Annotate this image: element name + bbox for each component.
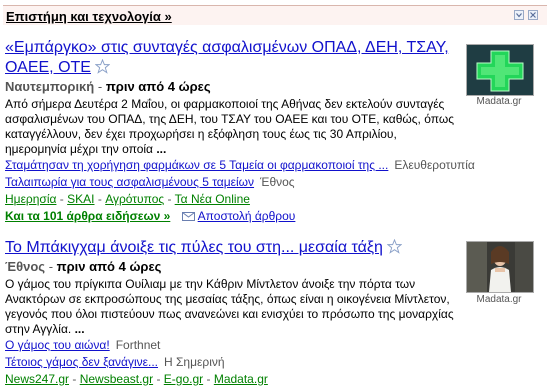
chevron-down-icon (516, 13, 522, 18)
email-article-link[interactable]: Αποστολή άρθρου (181, 209, 296, 223)
story-meta: Ναυτεμπορική - πριν από 4 ώρες (5, 79, 460, 95)
section-title[interactable]: Επιστήμη και τεχνολογία » (6, 9, 172, 24)
mail-icon (181, 212, 195, 221)
related-article: Σταμάτησαν τη χορήγηση φαρμάκων σε 5 Ταμ… (5, 157, 475, 174)
related-article-link[interactable]: Ο γάμος του αιώνα! (5, 338, 110, 352)
source-link[interactable]: Αγρότυπος (105, 192, 164, 206)
thumbnail-caption: Madata.gr (476, 96, 522, 107)
close-section-button[interactable] (528, 10, 538, 20)
story-source: Ναυτεμπορική (5, 79, 95, 94)
related-article-link[interactable]: Ταλαιπωρία για τους ασφαλισμένους 5 ταμε… (5, 175, 254, 189)
related-article-source: Ελευθεροτυπία (394, 158, 475, 172)
story-snippet: Από σήμερα Δευτέρα 2 Μαΐου, οι φαρμακοπο… (5, 97, 460, 157)
meta-separator: - (97, 79, 103, 94)
section-header: Επιστήμη και τεχνολογία » (3, 5, 547, 25)
story-title[interactable]: Το Μπάκιγχαμ άνοιξε τις πύλες του στη...… (5, 239, 383, 256)
more-sources: News247.gr - Newsbeast.gr - E-go.gr - Ma… (5, 372, 268, 386)
news-story: Το Μπάκιγχαμ άνοιξε τις πύλες του στη...… (5, 238, 460, 388)
story-title[interactable]: «Εμπάργκο» στις συνταγές ασφαλισμένων ΟΠ… (5, 39, 449, 76)
related-article: Ο γάμος του αιώνα! Forthnet (5, 337, 460, 354)
related-article-link[interactable]: Τέτοιος γάμος δεν ξανάγινε... (5, 355, 158, 369)
more-sources: Ημερησία - SKAI - Αγρότυπος - Τα Νέα Onl… (5, 192, 250, 206)
source-link[interactable]: E-go.gr (164, 372, 203, 386)
related-article: Τέτοιος γάμος δεν ξανάγινε... Η Σημερινή (5, 354, 460, 371)
source-link[interactable]: Madata.gr (214, 372, 268, 386)
close-icon (530, 12, 536, 18)
story-actions: Και τα 101 άρθρα ειδήσεων » Αποστολή άρθ… (5, 208, 460, 225)
star-icon[interactable] (94, 59, 110, 74)
all-articles-link[interactable]: Και τα 101 άρθρα ειδήσεων » (5, 209, 170, 223)
story-source: Έθνος (5, 259, 46, 274)
story-thumbnail[interactable] (466, 241, 534, 293)
email-article-label: Αποστολή άρθρου (197, 209, 296, 223)
related-article-link[interactable]: Σταμάτησαν τη χορήγηση φαρμάκων σε 5 Ταμ… (5, 158, 388, 172)
snippet-text: Ο γάμος του πρίγκιπα Ουίλιαμ με την Κάθρ… (5, 277, 454, 336)
story-snippet: Ο γάμος του πρίγκιπα Ουίλιαμ με την Κάθρ… (5, 277, 460, 337)
star-icon[interactable] (386, 239, 402, 254)
story-thumbnail[interactable] (466, 44, 534, 96)
related-article-source: Έθνος (260, 175, 295, 189)
source-link[interactable]: Τα Νέα Online (175, 192, 250, 206)
meta-separator: - (48, 259, 54, 274)
related-article-source: Η Σημερινή (164, 355, 225, 369)
related-article: Ταλαιπωρία για τους ασφαλισμένους 5 ταμε… (5, 174, 460, 191)
snippet-more: ... (156, 142, 167, 156)
snippet-more: ... (74, 322, 85, 336)
pharmacy-cross-image (467, 45, 533, 95)
source-link[interactable]: SKAI (67, 192, 94, 206)
source-link[interactable]: News247.gr (5, 372, 69, 386)
source-link[interactable]: Newsbeast.gr (80, 372, 153, 386)
story-meta: Έθνος - πριν από 4 ώρες (5, 259, 460, 275)
thumbnail-caption: Madata.gr (476, 294, 522, 305)
source-link[interactable]: Ημερησία (5, 192, 56, 206)
story-age: πριν από 4 ώρες (105, 79, 211, 94)
related-article-source: Forthnet (115, 338, 161, 352)
collapse-section-button[interactable] (514, 10, 524, 20)
story-age: πριν από 4 ώρες (56, 259, 162, 274)
wedding-photo-image (467, 242, 533, 292)
snippet-text: Από σήμερα Δευτέρα 2 Μαΐου, οι φαρμακοπο… (5, 97, 454, 156)
news-story: «Εμπάργκο» στις συνταγές ασφαλισμένων ΟΠ… (5, 38, 475, 225)
